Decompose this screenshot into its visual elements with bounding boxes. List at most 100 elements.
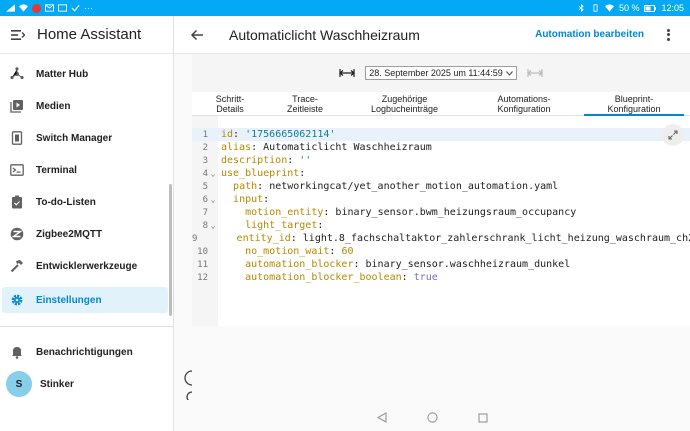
yaml-key: path [233, 181, 258, 192]
fold-chevron-icon[interactable]: ⌄ [208, 169, 218, 178]
back-arrow-icon[interactable] [190, 28, 204, 42]
terminal-icon [10, 163, 24, 177]
yaml-key: id [221, 129, 234, 140]
sidebar-item-settings[interactable]: Einstellungen [2, 287, 168, 313]
tab-automation-config[interactable]: Automations- Konfiguration [479, 92, 569, 116]
avatar: S [6, 371, 32, 397]
matter-icon [10, 67, 24, 81]
edit-automation-button[interactable]: Automation bearbeiten [535, 29, 644, 40]
user-name: Stinker [40, 378, 74, 390]
fullscreen-button[interactable] [662, 124, 684, 146]
sidebar-header: Home Assistant [0, 16, 173, 54]
code-line: 2 alias: Automaticlicht Waschheizraum [192, 141, 690, 154]
sidebar-item-matter-hub[interactable]: Matter Hub [0, 61, 168, 87]
status-bar: ··· 50 % 12:05 [0, 0, 690, 16]
sidebar-item-notifications[interactable]: Benachrichtigungen [0, 339, 168, 365]
hammer-icon [10, 259, 24, 273]
yaml-key: no_motion_wait [245, 246, 330, 257]
line-number: 5 [202, 181, 208, 192]
sidebar-item-label: Matter Hub [36, 68, 89, 80]
yaml-key: entity_id [236, 233, 291, 244]
clipboard-icon [10, 195, 24, 209]
system-navigation-bar [174, 404, 690, 431]
tab-trace-timeline[interactable]: Trace- Zeitleiste [270, 92, 340, 116]
sidebar-item-label: Einstellungen [36, 294, 102, 306]
menu-open-icon[interactable] [11, 29, 25, 41]
tab-label: Details [216, 104, 244, 114]
tab-label: Trace- [292, 94, 318, 104]
tab-label: Logbucheinträge [370, 104, 439, 114]
nav-recents-icon[interactable] [477, 412, 488, 423]
yaml-key: input [233, 194, 264, 205]
partial-fab-icon[interactable] [180, 370, 192, 400]
sidebar-item-label: Terminal [36, 164, 77, 176]
tab-label: Konfiguration [497, 104, 551, 114]
sidebar-item-user[interactable]: S Stinker [0, 371, 168, 397]
switch-icon [10, 131, 24, 145]
line-number: 4 [202, 168, 208, 179]
line-number: 10 [197, 246, 208, 257]
check-icon [71, 4, 80, 12]
trace-date-select[interactable]: 28. September 2025 um 11:44:59 [365, 66, 517, 80]
sidebar-item-label: Benachrichtigungen [36, 346, 133, 358]
yaml-value: '' [299, 155, 312, 166]
yaml-key: light_target [245, 220, 318, 231]
fold-chevron-icon[interactable]: ⌄ [208, 221, 218, 230]
yaml-key: alias [221, 142, 252, 153]
signal-icon [6, 4, 15, 12]
sidebar-item-todo[interactable]: To-do-Listen [0, 189, 168, 215]
sidebar-divider [0, 326, 173, 327]
sidebar-item-terminal[interactable]: Terminal [0, 157, 168, 183]
tab-logbook[interactable]: Zugehörige Logbucheinträge [357, 92, 452, 116]
sidebar: Home Assistant Matter Hub Medien Switch … [0, 16, 174, 431]
tab-label: Automations- [497, 94, 551, 104]
sidebar-item-label: Switch Manager [36, 132, 113, 144]
trace-date-value: 28. September 2025 um 11:44:59 [369, 68, 503, 78]
code-line: 10 no_motion_wait: 60 [192, 245, 690, 258]
yaml-editor[interactable]: 1 id: '1756665062114' 2 alias: Automatic… [192, 116, 690, 326]
sidebar-item-label: Zigbee2MQTT [36, 228, 103, 240]
yaml-value: Automaticlicht Waschheizraum [263, 142, 432, 153]
arrow-collapse-right-icon[interactable] [526, 68, 543, 78]
yaml-key: automation_blocker_boolean [245, 272, 402, 283]
sidebar-item-zigbee2mqtt[interactable]: Zigbee2MQTT [0, 221, 168, 247]
sidebar-item-developer-tools[interactable]: Entwicklerwerkzeuge [0, 253, 168, 279]
line-number: 7 [202, 207, 208, 218]
wifi-status-icon [604, 4, 614, 12]
battery-icon [644, 4, 657, 12]
tab-label: Konfiguration [607, 104, 661, 114]
nav-home-icon[interactable] [426, 412, 438, 423]
sidebar-item-medien[interactable]: Medien [0, 93, 168, 119]
trace-tabs: Schritt- Details Trace- Zeitleiste Zugeh… [192, 92, 690, 116]
tab-step-details[interactable]: Schritt- Details [200, 92, 260, 116]
arrow-collapse-left-icon[interactable] [339, 68, 356, 78]
bluetooth-icon [578, 4, 584, 12]
status-bar-left: ··· [6, 3, 93, 13]
chevron-down-icon [505, 70, 513, 76]
yaml-key: motion_entity [245, 207, 324, 218]
line-number: 2 [202, 142, 208, 153]
code-line: 4 ⌄ use_blueprint: [192, 167, 690, 180]
line-number: 12 [197, 272, 208, 283]
line-number: 11 [197, 259, 208, 270]
status-bar-right: 50 % 12:05 [577, 3, 684, 13]
yaml-value: '1756665062114' [245, 129, 336, 140]
sidebar-item-switch-manager[interactable]: Switch Manager [0, 125, 168, 151]
battery-percent: 50 % [618, 3, 640, 13]
fold-chevron-icon[interactable]: ⌄ [208, 195, 218, 204]
more-options-icon[interactable] [664, 28, 672, 42]
sidebar-scrollbar[interactable] [169, 184, 172, 316]
yaml-key: automation_blocker [245, 259, 354, 270]
code-line: 12 automation_blocker_boolean: true [192, 271, 690, 284]
code-line: 3 description: '' [192, 154, 690, 167]
nav-back-icon[interactable] [376, 412, 387, 423]
vibrate-icon [593, 4, 598, 12]
code-line: 9 entity_id: light.8_fachschaltaktor_zah… [192, 232, 690, 245]
line-number: 6 [202, 194, 208, 205]
yaml-value: binary_sensor.bwm_heizungsraum_occupancy [335, 207, 577, 218]
tab-blueprint-config[interactable]: Blueprint- Konfiguration [584, 92, 684, 116]
yaml-value: 60 [341, 246, 354, 257]
yaml-value: light.8_fachschaltaktor_zahlerschrank_li… [302, 233, 690, 244]
more-notifications-icon: ··· [84, 3, 93, 13]
zigbee-icon [10, 227, 24, 241]
